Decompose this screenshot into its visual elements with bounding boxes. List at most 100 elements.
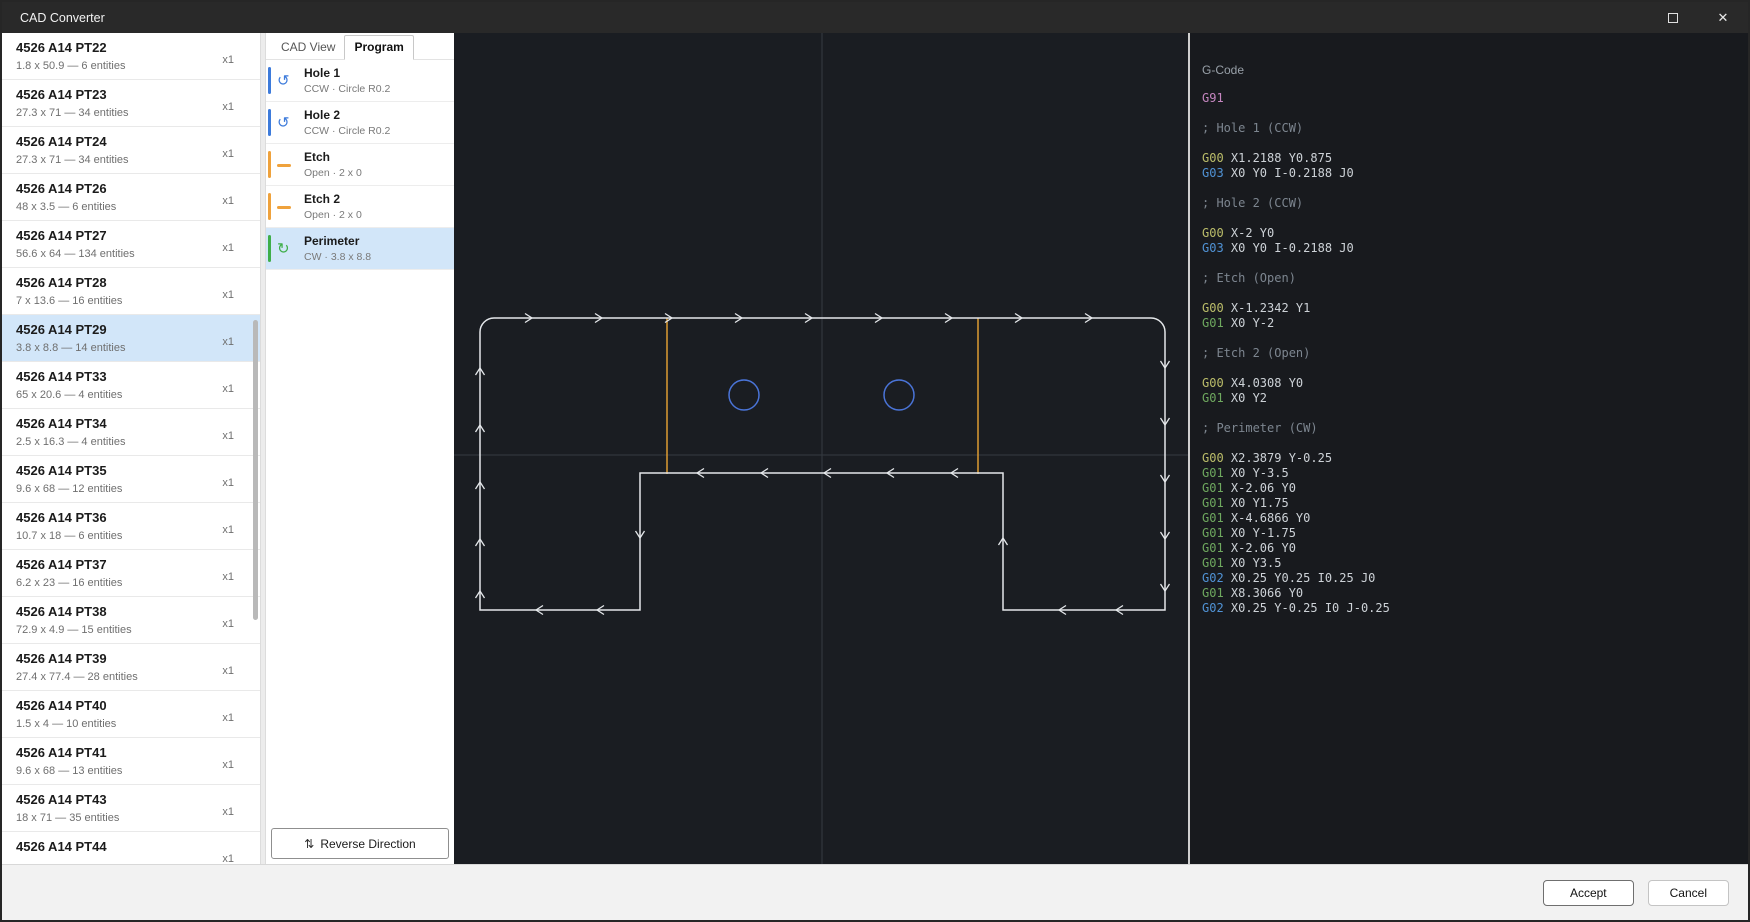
gcode-line: ; Etch (Open): [1202, 271, 1748, 286]
gcode-line: G03 X0 Y0 I-0.2188 J0: [1202, 166, 1748, 181]
part-name: 4526 A14 PT38: [16, 604, 132, 620]
gcode-word: G01: [1202, 466, 1224, 480]
part-dimensions: 6.2 x 23 — 16 entities: [16, 576, 122, 590]
part-dimensions: 10.7 x 18 — 6 entities: [16, 529, 122, 543]
cad-drawing[interactable]: [454, 33, 1188, 864]
part-list-item[interactable]: 4526 A14 PT3365 x 20.6 — 4 entitiesx1: [2, 362, 260, 409]
part-dimensions: 1.5 x 4 — 10 entities: [16, 717, 116, 731]
part-dimensions: 27.3 x 71 — 34 entities: [16, 106, 129, 120]
gcode-word: G01: [1202, 556, 1224, 570]
part-dimensions: 2.5 x 16.3 — 4 entities: [16, 435, 125, 449]
swap-vertical-icon: ⇅: [304, 837, 314, 851]
gcode-line: G01 X-4.6866 Y0: [1202, 511, 1748, 526]
part-dimensions: 65 x 20.6 — 4 entities: [16, 388, 122, 402]
gcode-line: ; Perimeter (CW): [1202, 421, 1748, 436]
part-list-item[interactable]: 4526 A14 PT3610.7 x 18 — 6 entitiesx1: [2, 503, 260, 550]
gcode-line: G01 X-2.06 Y0: [1202, 481, 1748, 496]
part-list-item[interactable]: 4526 A14 PT401.5 x 4 — 10 entitiesx1: [2, 691, 260, 738]
gcode-word: G00: [1202, 451, 1224, 465]
operation-detail: Open · 2 x 0: [304, 209, 446, 222]
maximize-icon: [1668, 13, 1678, 23]
part-list-item[interactable]: 4526 A14 PT2327.3 x 71 — 34 entitiesx1: [2, 80, 260, 127]
parts-sidebar: 4526 A14 PT221.8 x 50.9 — 6 entitiesx1 45…: [2, 33, 260, 864]
gcode-line: G00 X1.2188 Y0.875: [1202, 151, 1748, 166]
gcode-word: G02: [1202, 601, 1224, 615]
operation-item[interactable]: ↺Hole 1CCW · Circle R0.2: [266, 60, 454, 102]
part-dimensions: 7 x 13.6 — 16 entities: [16, 294, 122, 308]
rotate-ccw-icon: ↺: [277, 115, 290, 130]
operation-name: Hole 1: [304, 66, 446, 81]
accept-button[interactable]: Accept: [1543, 880, 1634, 906]
part-quantity: x1: [222, 242, 234, 254]
cancel-button[interactable]: Cancel: [1648, 880, 1729, 906]
part-list-item[interactable]: 4526 A14 PT221.8 x 50.9 — 6 entitiesx1: [2, 33, 260, 80]
gcode-line: G01 X0 Y2: [1202, 391, 1748, 406]
gcode-line: G00 X-1.2342 Y1: [1202, 301, 1748, 316]
operation-name: Etch 2: [304, 192, 446, 207]
gcode-line: [1202, 106, 1748, 121]
gcode-word: G01: [1202, 316, 1224, 330]
gcode-word: G01: [1202, 511, 1224, 525]
gcode-line: G01 X-2.06 Y0: [1202, 541, 1748, 556]
gcode-word: G00: [1202, 301, 1224, 315]
part-quantity: x1: [222, 477, 234, 489]
part-list-item[interactable]: 4526 A14 PT35 9.6 x 68 — 12 entities x1: [2, 456, 260, 503]
tab-cad-view[interactable]: CAD View: [272, 36, 344, 59]
gcode-word: G00: [1202, 151, 1224, 165]
operation-accent: [268, 109, 271, 136]
part-list-item[interactable]: 4526 A14 PT3927.4 x 77.4 — 28 entitiesx1: [2, 644, 260, 691]
part-name: 4526 A14 PT26: [16, 181, 116, 197]
part-list-item[interactable]: 4526 A14 PT38 72.9 x 4.9 — 15 entities x1: [2, 597, 260, 644]
part-list-item[interactable]: 4526 A14 PT2756.6 x 64 — 134 entitiesx1: [2, 221, 260, 268]
operation-name: Etch: [304, 150, 446, 165]
part-name: 4526 A14 PT37: [16, 557, 122, 573]
part-list-item[interactable]: 4526 A14 PT44x1: [2, 832, 260, 864]
part-quantity: x1: [222, 665, 234, 677]
close-icon: ✕: [1718, 10, 1729, 26]
gcode-line: G01 X0 Y-2: [1202, 316, 1748, 331]
part-name: 4526 A14 PT27: [16, 228, 135, 244]
part-list-item[interactable]: 4526 A14 PT342.5 x 16.3 — 4 entitiesx1: [2, 409, 260, 456]
sidebar-scrollbar[interactable]: [253, 320, 258, 620]
window-title: CAD Converter: [2, 11, 105, 25]
gcode-code: G91 ; Hole 1 (CCW) G00 X1.2188 Y0.875G03…: [1202, 91, 1748, 616]
part-list-item[interactable]: 4526 A14 PT419.6 x 68 — 13 entitiesx1: [2, 738, 260, 785]
operation-item[interactable]: EtchOpen · 2 x 0: [266, 144, 454, 186]
operation-accent: [268, 67, 271, 94]
part-name: 4526 A14 PT23: [16, 87, 129, 103]
gcode-line: G01 X0 Y3.5: [1202, 556, 1748, 571]
gcode-word: G01: [1202, 526, 1224, 540]
tab-program[interactable]: Program: [344, 35, 413, 60]
part-quantity: x1: [222, 54, 234, 66]
reverse-direction-button[interactable]: ⇅ Reverse Direction: [271, 828, 449, 859]
part-list-item[interactable]: 4526 A14 PT2427.3 x 71 — 34 entitiesx1: [2, 127, 260, 174]
gcode-line: G01 X0 Y-3.5: [1202, 466, 1748, 481]
hole-circle[interactable]: [884, 380, 914, 410]
part-list-item[interactable]: 4526 A14 PT4318 x 71 — 35 entitiesx1: [2, 785, 260, 832]
operation-item[interactable]: Etch 2 Open · 2 x 0: [266, 186, 454, 228]
part-list-item[interactable]: 4526 A14 PT293.8 x 8.8 — 14 entitiesx1: [2, 315, 260, 362]
gcode-line: G91: [1202, 91, 1748, 106]
part-dimensions: 9.6 x 68 — 12 entities: [16, 482, 122, 496]
part-name: 4526 A14 PT28: [16, 275, 122, 291]
part-quantity: x1: [222, 618, 234, 630]
part-dimensions: 72.9 x 4.9 — 15 entities: [16, 623, 132, 637]
main-content: 4526 A14 PT221.8 x 50.9 — 6 entitiesx1 45…: [2, 33, 1748, 864]
operation-name: Perimeter: [304, 234, 446, 249]
rotate-cw-icon: ↻: [277, 241, 290, 256]
operation-item[interactable]: ↻PerimeterCW · 3.8 x 8.8: [266, 228, 454, 270]
cad-canvas[interactable]: [454, 33, 1188, 864]
part-name: 4526 A14 PT35: [16, 463, 122, 479]
footer-bar: Accept Cancel: [2, 864, 1748, 920]
hole-circle[interactable]: [729, 380, 759, 410]
window-controls: ✕: [1648, 2, 1748, 33]
part-list-item[interactable]: 4526 A14 PT2648 x 3.5 — 6 entitiesx1: [2, 174, 260, 221]
operation-item[interactable]: ↺Hole 2CCW · Circle R0.2: [266, 102, 454, 144]
close-button[interactable]: ✕: [1698, 2, 1748, 33]
part-name: 4526 A14 PT44: [16, 839, 107, 855]
gcode-line: ; Etch 2 (Open): [1202, 346, 1748, 361]
maximize-button[interactable]: [1648, 2, 1698, 33]
part-list-item[interactable]: 4526 A14 PT287 x 13.6 — 16 entitiesx1: [2, 268, 260, 315]
operation-detail: CCW · Circle R0.2: [304, 125, 446, 138]
part-list-item[interactable]: 4526 A14 PT376.2 x 23 — 16 entitiesx1: [2, 550, 260, 597]
